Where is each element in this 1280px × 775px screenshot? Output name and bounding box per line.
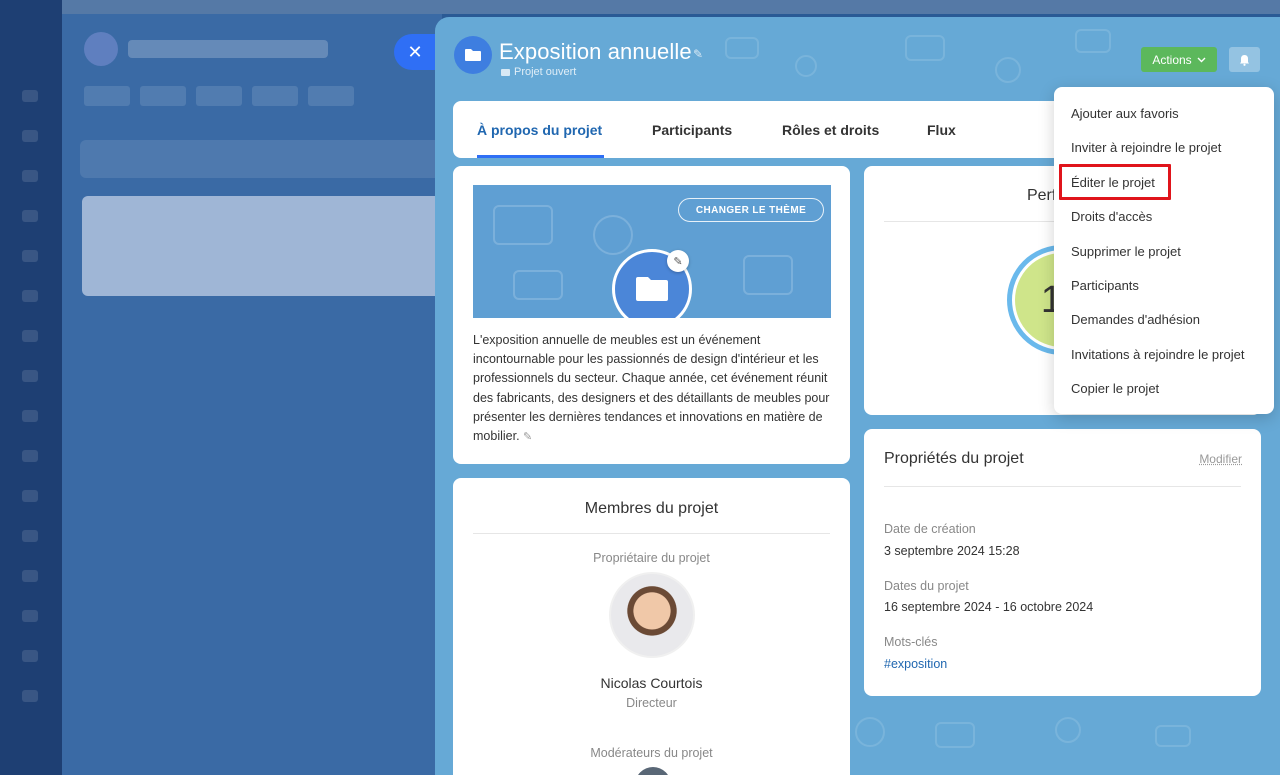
keyword-tag[interactable]: #exposition xyxy=(884,657,947,671)
moderators-label: Modérateurs du projet xyxy=(590,746,713,760)
project-title: Exposition annuelle xyxy=(499,39,692,64)
pattern-doodle xyxy=(795,55,817,77)
pattern-doodle xyxy=(995,57,1021,83)
created-label: Date de création xyxy=(884,522,976,536)
folder-icon xyxy=(636,277,668,301)
keywords-label: Mots-clés xyxy=(884,635,938,649)
pattern-doodle xyxy=(935,722,975,748)
close-slider-button[interactable]: ✕ xyxy=(394,34,436,70)
menu-item-invitations[interactable]: Invitations à rejoindre le projet xyxy=(1071,347,1244,362)
owner-role: Directeur xyxy=(626,696,677,710)
notifications-button[interactable] xyxy=(1229,47,1260,72)
owner-name[interactable]: Nicolas Courtois xyxy=(453,675,850,691)
members-title: Membres du projet xyxy=(584,500,719,517)
tab-roles-rights[interactable]: Rôles et droits xyxy=(782,122,879,138)
moderator-avatar[interactable] xyxy=(635,767,671,775)
menu-item-participants[interactable]: Participants xyxy=(1071,278,1139,293)
members-card: Membres du projet Propriétaire du projet… xyxy=(453,478,850,775)
pattern-doodle xyxy=(1075,29,1111,53)
tab-participants[interactable]: Participants xyxy=(652,122,732,138)
pattern-doodle xyxy=(855,717,885,747)
actions-dropdown-menu: Ajouter aux favoris Inviter à rejoindre … xyxy=(1054,87,1274,414)
created-value: 3 septembre 2024 15:28 xyxy=(884,544,1020,558)
edit-description-icon[interactable]: ✎ xyxy=(523,431,532,443)
edit-title-icon[interactable]: ✎ xyxy=(693,47,703,61)
dates-value: 16 septembre 2024 - 16 octobre 2024 xyxy=(884,600,1094,614)
background-workspace xyxy=(62,0,442,775)
background-title xyxy=(128,40,328,58)
project-folder-icon xyxy=(454,36,492,74)
menu-item-access-rights[interactable]: Droits d'accès xyxy=(1071,209,1152,224)
background-filter xyxy=(80,140,442,178)
actions-label: Actions xyxy=(1152,52,1192,67)
owner-avatar[interactable] xyxy=(609,572,695,658)
project-status: Projet ouvert xyxy=(501,66,576,78)
properties-title: Propriétés du projet xyxy=(884,450,1024,467)
menu-item-invite[interactable]: Inviter à rejoindre le projet xyxy=(1071,140,1221,155)
chevron-down-icon xyxy=(1197,57,1206,62)
dates-label: Dates du projet xyxy=(884,579,969,593)
edit-avatar-icon[interactable]: ✎ xyxy=(667,250,689,272)
background-avatar xyxy=(84,32,118,66)
background-left-rail xyxy=(0,0,62,775)
folder-small-icon xyxy=(501,68,510,76)
bell-icon xyxy=(1240,54,1249,66)
background-card xyxy=(82,196,442,296)
about-card: CHANGER LE THÈME ✎ L'exposition annuelle… xyxy=(453,166,850,464)
description-text: L'exposition annuelle de meubles est un … xyxy=(473,333,830,444)
close-icon: ✕ xyxy=(407,41,423,62)
project-description: L'exposition annuelle de meubles est un … xyxy=(473,331,835,447)
highlight-frame xyxy=(1059,164,1171,200)
divider xyxy=(884,486,1241,487)
menu-item-copy-project[interactable]: Copier le projet xyxy=(1071,381,1159,396)
actions-button[interactable]: Actions xyxy=(1141,47,1217,72)
menu-item-add-favorites[interactable]: Ajouter aux favoris xyxy=(1071,106,1179,121)
background-topbar xyxy=(62,0,1280,14)
background-tabs xyxy=(84,86,442,108)
menu-item-delete-project[interactable]: Supprimer le projet xyxy=(1071,244,1181,259)
tab-about[interactable]: À propos du projet xyxy=(477,122,602,138)
owner-label: Propriétaire du projet xyxy=(593,551,710,565)
divider xyxy=(473,533,830,534)
menu-item-join-requests[interactable]: Demandes d'adhésion xyxy=(1071,312,1200,327)
active-tab-indicator xyxy=(477,155,604,158)
pattern-doodle xyxy=(1155,725,1191,747)
tab-feed[interactable]: Flux xyxy=(927,122,956,138)
theme-banner: CHANGER LE THÈME ✎ xyxy=(473,185,831,318)
pattern-doodle xyxy=(725,37,759,59)
properties-card: Propriétés du projet Modifier Date de cr… xyxy=(864,429,1261,696)
pattern-doodle xyxy=(1055,717,1081,743)
pattern-doodle xyxy=(905,35,945,61)
modify-properties-link[interactable]: Modifier xyxy=(1199,452,1242,466)
project-status-text: Projet ouvert xyxy=(514,66,577,78)
change-theme-button[interactable]: CHANGER LE THÈME xyxy=(678,198,824,222)
